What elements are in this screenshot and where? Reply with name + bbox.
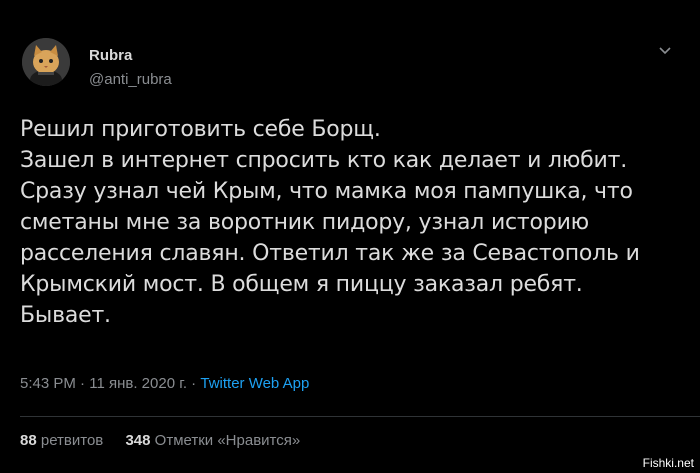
author-handle[interactable]: @anti_rubra	[89, 71, 172, 88]
author-name[interactable]: Rubra	[89, 47, 132, 64]
cat-avatar-icon	[22, 38, 70, 86]
divider	[20, 416, 700, 417]
meta-separator: ·	[75, 375, 90, 392]
retweets-label: ретвитов	[40, 432, 104, 449]
tweet-text: Решил приготовить себе Борщ. Зашел в инт…	[20, 117, 640, 328]
tweet-meta: 5:43 PM · 11 янв. 2020 г. · Twitter Web …	[20, 375, 309, 392]
retweets-count: 88	[20, 432, 37, 449]
meta-separator: ·	[187, 375, 201, 392]
likes-count: 348	[125, 432, 151, 449]
watermark: Fishki.net	[642, 456, 694, 470]
tweet-stats: 88 ретвитов 348 Отметки «Нравится»	[20, 432, 318, 449]
tweet-card: Rubra @anti_rubra Решил приготовить себе…	[0, 0, 700, 473]
chevron-down-icon[interactable]	[655, 40, 675, 60]
source-app-link[interactable]: Twitter Web App	[200, 375, 309, 392]
retweets-stat[interactable]: 88 ретвитов	[20, 432, 107, 449]
author-avatar[interactable]	[22, 38, 70, 86]
tweet-time[interactable]: 5:43 PM	[20, 375, 76, 392]
likes-stat[interactable]: 348 Отметки «Нравится»	[125, 432, 300, 449]
tweet-date[interactable]: 11 янв. 2020 г.	[89, 375, 187, 392]
likes-label: Отметки «Нравится»	[154, 432, 301, 449]
